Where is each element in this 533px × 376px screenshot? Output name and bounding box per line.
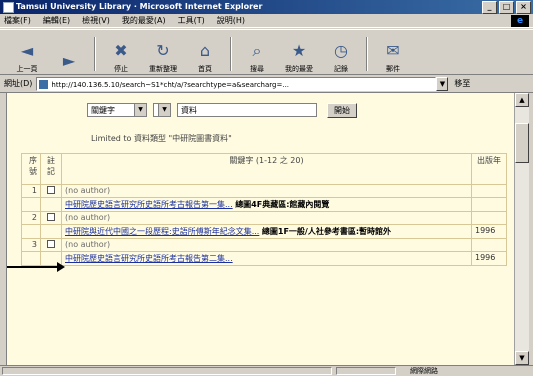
search-field-value: 關鍵字 — [91, 106, 115, 115]
chevron-down-icon: ▼ — [134, 104, 146, 116]
stop-button[interactable]: ✖ 停止 — [100, 34, 142, 74]
header-mark: 註記 — [40, 153, 62, 185]
history-label: 記錄 — [334, 65, 348, 73]
table-row: 中研院歷史語言研究所史語所考古報告第一集... 總圖4F典藏區:館藏內閱覽 — [21, 197, 507, 212]
mail-icon: ✉ — [386, 41, 400, 60]
toolbar: ◄ 上一頁 ► ✖ 停止 ↻ 重新整理 ⌂ 首頁 ⌕ 搜尋 ★ 我的最愛 ◷ 記錄 ✉ 郵件 — [0, 29, 533, 75]
row-year: 1996 — [471, 251, 507, 266]
row-num: 2 — [21, 211, 41, 225]
favorites-button[interactable]: ★ 我的最愛 — [278, 34, 320, 74]
favorites-icon: ★ — [291, 41, 307, 60]
search-icon: ⌕ — [252, 41, 262, 60]
search-label: 搜尋 — [250, 65, 264, 73]
page-icon — [39, 79, 49, 89]
toolbar-separator — [94, 37, 96, 71]
menu-favorites[interactable]: 我的最愛(A) — [122, 15, 166, 26]
address-label: 網址(D) — [4, 79, 33, 88]
favorites-label: 我的最愛 — [285, 65, 313, 73]
row-author: (no author) — [61, 238, 472, 252]
address-field[interactable]: http://140.136.5.10/search~S1*cht/a/?sea… — [36, 76, 437, 91]
search-row: 關鍵字 ▼ ▼ 資料 開始 — [87, 101, 357, 119]
row-author: (no author) — [61, 211, 472, 225]
status-progress-pane — [336, 367, 396, 375]
page-content: 關鍵字 ▼ ▼ 資料 開始 Limited to 資料類型 "中研院圖書資料" 序… — [6, 93, 514, 365]
row-collection: 總圖1F一般/人社參考書區:暫時館外 — [261, 227, 392, 236]
header-num: 序號 — [21, 153, 41, 185]
row-title-link[interactable]: 中研院與近代中國之一段歷程:史語所傅斯年紀念文集... — [65, 227, 259, 236]
menu-file[interactable]: 檔案(F) — [4, 15, 31, 26]
window-titlebar: Tamsui University Library · Microsoft In… — [0, 0, 533, 14]
forward-button[interactable]: ► — [48, 34, 90, 74]
menu-tools[interactable]: 工具(T) — [178, 15, 205, 26]
annotation-arrow-icon — [7, 262, 65, 272]
maximize-button[interactable]: □ — [499, 1, 514, 14]
home-button[interactable]: ⌂ 首頁 — [184, 34, 226, 74]
table-header-row: 序號 註記 關鍵字 (1-12 之 20) 出版年 — [21, 153, 507, 185]
row-checkbox[interactable] — [40, 238, 62, 252]
row-year: 1996 — [471, 224, 507, 239]
row-num: 1 — [21, 184, 41, 198]
address-url: http://140.136.5.10/search~S1*cht/a/?sea… — [51, 80, 290, 89]
row-year — [471, 197, 507, 212]
search-submit-button[interactable]: 開始 — [327, 102, 357, 118]
toolbar-separator — [366, 37, 368, 71]
back-label: 上一頁 — [16, 65, 38, 73]
toolbar-separator — [230, 37, 232, 71]
mail-label: 郵件 — [386, 65, 400, 73]
back-button[interactable]: ◄ 上一頁 — [6, 34, 48, 74]
row-checkbox[interactable] — [40, 184, 62, 198]
history-icon: ◷ — [334, 41, 348, 60]
header-year: 出版年 — [471, 153, 507, 185]
home-label: 首頁 — [198, 65, 212, 73]
address-bar: 網址(D) http://140.136.5.10/search~S1*cht/… — [0, 75, 533, 93]
back-icon: ◄ — [20, 41, 34, 60]
window-title: Tamsui University Library · Microsoft In… — [16, 2, 263, 11]
row-checkbox[interactable] — [40, 211, 62, 225]
row-author: (no author) — [61, 184, 472, 198]
refresh-label: 重新整理 — [149, 65, 177, 73]
minimize-button[interactable]: _ — [482, 1, 497, 14]
scroll-up-button[interactable]: ▲ — [515, 93, 529, 107]
vertical-scrollbar[interactable]: ▲ ▼ — [514, 93, 529, 365]
row-collection: 總圖4F典藏區:館藏內閱覽 — [235, 200, 330, 209]
header-title: 關鍵字 (1-12 之 20) — [61, 153, 472, 185]
row-title-link[interactable]: 中研院歷史語言研究所史語所考古報告第一集... — [65, 200, 233, 209]
history-button[interactable]: ◷ 記錄 — [320, 34, 362, 74]
stop-icon: ✖ — [114, 41, 128, 60]
close-button[interactable]: × — [516, 1, 531, 14]
table-row: 3 (no author) — [21, 238, 507, 252]
table-row: 中研院與近代中國之一段歷程:史語所傅斯年紀念文集... 總圖1F一般/人社參考書… — [21, 224, 507, 239]
status-bar: 網際網路 — [0, 365, 533, 376]
search-scope-select[interactable]: ▼ — [153, 103, 171, 117]
table-row: 2 (no author) — [21, 211, 507, 225]
row-num: 3 — [21, 238, 41, 252]
search-input[interactable]: 資料 — [177, 103, 317, 117]
limit-note: Limited to 資料類型 "中研院圖書資料" — [91, 134, 232, 143]
refresh-button[interactable]: ↻ 重新整理 — [142, 34, 184, 74]
ie-throbber-icon: e — [511, 15, 529, 27]
scroll-down-button[interactable]: ▼ — [515, 351, 529, 365]
table-row: 1 (no author) — [21, 184, 507, 198]
results-table: 序號 註記 關鍵字 (1-12 之 20) 出版年 1 (no author) … — [21, 153, 507, 266]
forward-icon: ► — [62, 51, 76, 70]
search-field-select[interactable]: 關鍵字 ▼ — [87, 103, 147, 117]
scroll-thumb[interactable] — [515, 123, 529, 163]
go-button[interactable]: 移至 — [454, 78, 470, 89]
menu-view[interactable]: 檢視(V) — [82, 15, 110, 26]
ie-app-icon — [3, 2, 14, 13]
address-dropdown-button[interactable]: ▼ — [436, 76, 449, 91]
home-icon: ⌂ — [199, 41, 211, 60]
status-text-pane — [2, 367, 332, 375]
status-zone: 網際網路 — [410, 367, 438, 375]
chevron-down-icon: ▼ — [158, 104, 170, 116]
mail-button[interactable]: ✉ 郵件 — [372, 34, 414, 74]
menu-help[interactable]: 說明(H) — [217, 15, 245, 26]
stop-label: 停止 — [114, 65, 128, 73]
table-row: 中研院歷史語言研究所史語所考古報告第二集... 1996 — [21, 251, 507, 266]
search-button[interactable]: ⌕ 搜尋 — [236, 34, 278, 74]
menubar: 檔案(F) 編輯(E) 檢視(V) 我的最愛(A) 工具(T) 說明(H) — [0, 14, 533, 28]
menu-edit[interactable]: 編輯(E) — [43, 15, 70, 26]
refresh-icon: ↻ — [156, 41, 170, 60]
row-title-link[interactable]: 中研院歷史語言研究所史語所考古報告第二集... — [65, 254, 233, 263]
